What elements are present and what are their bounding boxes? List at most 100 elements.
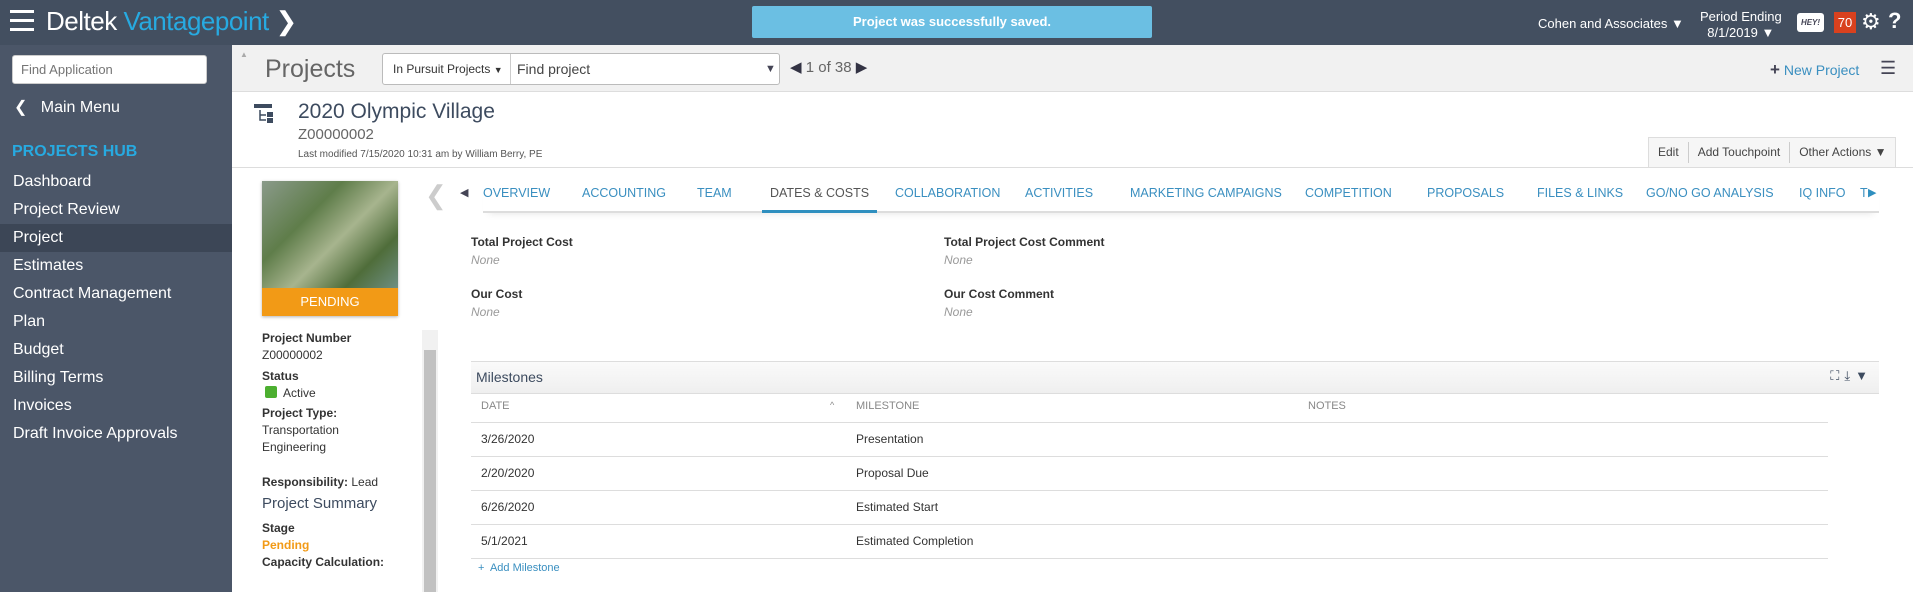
tab-go-no-go-analysis[interactable]: GO/NO GO ANALYSIS — [1646, 180, 1774, 213]
period-selector[interactable]: Period Ending 8/1/2019 ▼ — [1700, 9, 1782, 41]
sidebar-item-project-review[interactable]: Project Review — [0, 196, 232, 224]
row-1-date[interactable]: 3/26/2020 — [481, 432, 534, 446]
period-value: 8/1/2019 — [1707, 25, 1758, 40]
info-scrollbar[interactable] — [422, 330, 438, 592]
tab-proposals[interactable]: PROPOSALS — [1427, 180, 1504, 213]
tab-team[interactable]: TEAM — [697, 180, 732, 213]
download-icon[interactable]: ⤓ — [1844, 368, 1855, 383]
filter-icon[interactable]: ▼ — [1855, 368, 1873, 383]
sort-ascending-icon[interactable]: ^ — [830, 400, 834, 410]
row-3-milestone[interactable]: Estimated Start — [856, 500, 938, 514]
total-project-cost-comment-value[interactable]: None — [944, 253, 973, 267]
row-4-date[interactable]: 5/1/2021 — [481, 534, 528, 548]
tab-activities[interactable]: ACTIVITIES — [1025, 180, 1093, 213]
tabs-scroll-right-icon[interactable]: ▶ — [1868, 186, 1876, 199]
row-3-date[interactable]: 6/26/2020 — [481, 500, 534, 514]
sidebar-item-project[interactable]: Project — [0, 224, 232, 252]
main-menu-link[interactable]: ❮ Main Menu — [14, 97, 120, 117]
pager-total: 38 — [834, 59, 852, 76]
sidebar-item-draft-invoice-approvals[interactable]: Draft Invoice Approvals — [0, 420, 232, 448]
period-label: Period Ending — [1700, 9, 1782, 24]
tab-truncated[interactable]: T — [1860, 180, 1868, 213]
row-2-date[interactable]: 2/20/2020 — [481, 466, 534, 480]
company-name: Cohen and Associates — [1538, 16, 1668, 31]
hey-chat-icon[interactable]: HEY! — [1797, 13, 1824, 32]
gear-icon[interactable]: ⚙ — [1861, 9, 1881, 35]
caret-down-icon[interactable]: ▼ — [765, 54, 776, 84]
responsibility-label: Responsibility: — [262, 475, 349, 489]
tab-overview[interactable]: OVERVIEW — [483, 180, 550, 213]
milestones-title: Milestones — [476, 369, 543, 385]
projects-hub-heading: PROJECTS HUB — [12, 143, 138, 160]
tab-iq-info[interactable]: IQ INFO — [1799, 180, 1846, 213]
scroll-up-icon[interactable]: ▲ — [240, 50, 248, 59]
sidebar-item-dashboard[interactable]: Dashboard — [0, 168, 232, 196]
tabs-back-icon[interactable]: ❮ — [425, 180, 447, 211]
status-value: Active — [283, 386, 316, 400]
next-record-icon[interactable]: ▶ — [856, 59, 868, 76]
chevron-right-icon: ❯ — [275, 6, 298, 36]
row-2-milestone[interactable]: Proposal Due — [856, 466, 929, 480]
tab-competition[interactable]: COMPETITION — [1305, 180, 1392, 213]
status-color-icon — [265, 386, 277, 398]
sidebar-item-contract-management[interactable]: Contract Management — [0, 280, 232, 308]
our-cost-value[interactable]: None — [471, 305, 500, 319]
hamburger-menu-icon[interactable] — [10, 10, 34, 32]
sidebar-item-invoices[interactable]: Invoices — [0, 392, 232, 420]
milestones-header: Milestones ⛶⤓▼ — [471, 361, 1879, 394]
total-project-cost-value[interactable]: None — [471, 253, 500, 267]
project-search-box: In Pursuit Projects ▼ Find project ▼ — [382, 53, 780, 85]
last-modified: Last modified 7/15/2020 10:31 am by Will… — [298, 149, 543, 160]
lookup-filter-dropdown[interactable]: In Pursuit Projects ▼ — [383, 54, 511, 84]
sidebar-item-billing-terms[interactable]: Billing Terms — [0, 364, 232, 392]
tab-dates-costs[interactable]: DATES & COSTS — [762, 180, 878, 213]
brand-vantagepoint: Vantagepoint — [123, 6, 269, 36]
list-view-icon[interactable]: ☰ — [1880, 58, 1896, 79]
our-cost-label: Our Cost — [471, 287, 523, 301]
new-project-label: New Project — [1783, 62, 1860, 78]
main-menu-label: Main Menu — [40, 99, 120, 116]
success-toast: Project was successfully saved. — [752, 6, 1152, 38]
tabs-scroll-left-icon[interactable]: ◀ — [460, 186, 468, 199]
sidebar-item-estimates[interactable]: Estimates — [0, 252, 232, 280]
column-header-milestone[interactable]: MILESTONE — [856, 400, 919, 412]
tab-files-links[interactable]: FILES & LINKS — [1537, 180, 1623, 213]
add-touchpoint-button[interactable]: Add Touchpoint — [1689, 142, 1791, 163]
tab-collaboration[interactable]: COLLABORATION — [895, 180, 1000, 213]
caret-down-icon: ▼ — [493, 65, 503, 75]
new-project-button[interactable]: + New Project — [1770, 60, 1859, 80]
find-application-input[interactable] — [12, 55, 207, 84]
stage-label: Stage — [262, 521, 295, 535]
project-number-value: Z00000002 — [262, 348, 323, 362]
sidebar-item-plan[interactable]: Plan — [0, 308, 232, 336]
responsibility-value: Lead — [351, 475, 379, 489]
hierarchy-icon[interactable] — [254, 104, 276, 124]
notification-badge[interactable]: 70 — [1834, 12, 1856, 33]
column-header-date[interactable]: DATE — [481, 400, 510, 412]
row-4-milestone[interactable]: Estimated Completion — [856, 534, 973, 548]
tab-marketing-campaigns[interactable]: MARKETING CAMPAIGNS — [1130, 180, 1282, 213]
tab-accounting[interactable]: ACCOUNTING — [582, 180, 666, 213]
find-project-input[interactable]: Find project — [517, 54, 590, 84]
expand-icon[interactable]: ⛶ — [1830, 368, 1844, 383]
app-logo[interactable]: Deltek Vantagepoint ❯ — [46, 6, 297, 37]
prev-record-icon[interactable]: ◀ — [790, 59, 802, 76]
other-actions-button[interactable]: Other Actions ▼ — [1790, 142, 1895, 163]
add-milestone-link[interactable]: + Add Milestone — [478, 562, 560, 574]
status-label: Status — [262, 369, 299, 383]
project-photo[interactable]: PENDING — [262, 181, 398, 316]
stage-value: Pending — [262, 538, 310, 552]
caret-down-icon: ▼ — [1761, 25, 1775, 40]
help-icon[interactable]: ? — [1888, 8, 1901, 34]
pager-current: 1 — [805, 59, 815, 76]
stage-badge: PENDING — [262, 288, 398, 316]
our-cost-comment-value[interactable]: None — [944, 305, 973, 319]
top-bar: Deltek Vantagepoint ❯ Project was succes… — [0, 0, 1913, 45]
project-info-panel: Project Number Z00000002 Status Active P… — [262, 330, 417, 571]
sidebar-item-budget[interactable]: Budget — [0, 336, 232, 364]
edit-button[interactable]: Edit — [1649, 142, 1689, 163]
column-header-notes[interactable]: NOTES — [1308, 400, 1346, 412]
add-milestone-label: Add Milestone — [489, 562, 560, 574]
company-selector[interactable]: Cohen and Associates ▼ — [1538, 16, 1684, 31]
row-1-milestone[interactable]: Presentation — [856, 432, 923, 446]
